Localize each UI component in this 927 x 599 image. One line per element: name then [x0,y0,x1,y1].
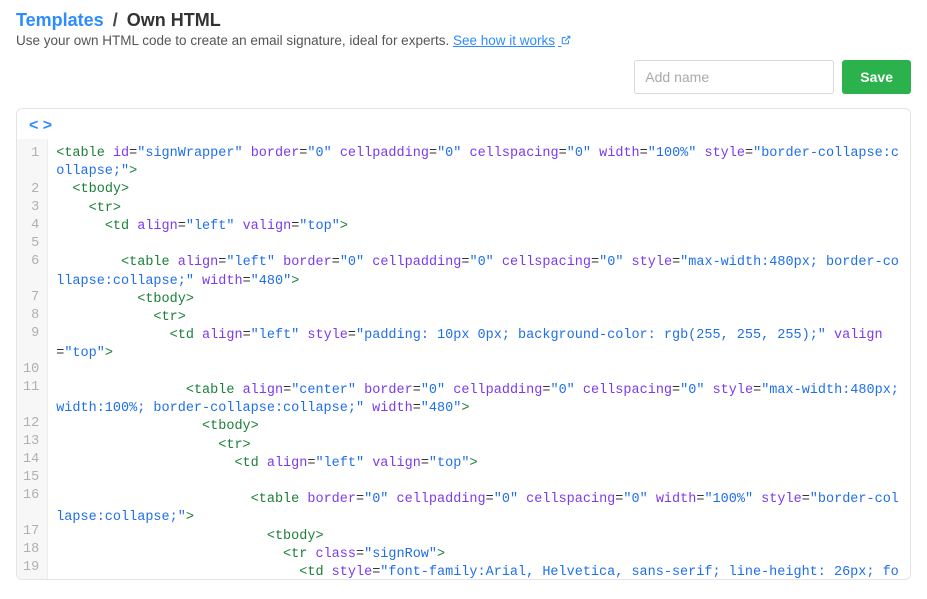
code-area[interactable]: <table id="signWrapper" border="0" cellp… [48,139,910,579]
code-line[interactable]: <tr> [56,437,902,455]
code-line[interactable]: <td align="left" valign="top"> [56,455,902,473]
breadcrumb-root-link[interactable]: Templates [16,10,104,30]
code-line[interactable]: <tr class="signRow"> [56,546,902,564]
breadcrumb-separator: / [113,10,118,30]
code-line[interactable]: <table align="center" border="0" cellpad… [56,382,902,418]
code-line[interactable]: <tr> [56,309,902,327]
breadcrumb: Templates / Own HTML [16,10,911,31]
template-name-input[interactable] [634,60,834,94]
editor-body[interactable]: 1 23456 789 1011 1213141516 171819 <tabl… [17,139,910,579]
code-line[interactable]: <tr> [56,200,902,218]
breadcrumb-current: Own HTML [127,10,221,30]
html-editor: < > 1 23456 789 1011 1213141516 171819 <… [16,108,911,580]
code-view-toggle[interactable]: < > [29,117,52,135]
code-line[interactable]: <tbody> [56,181,902,199]
code-line[interactable]: <table border="0" cellpadding="0" cellsp… [56,491,902,527]
code-line[interactable]: <tbody> [56,418,902,436]
line-gutter: 1 23456 789 1011 1213141516 171819 [17,139,48,579]
code-line[interactable]: <td style="font-family:Arial, Helvetica,… [56,564,902,579]
how-it-works-link[interactable]: See how it works [453,33,571,48]
code-line[interactable]: <tbody> [56,291,902,309]
save-button[interactable]: Save [842,60,911,94]
code-line[interactable] [56,473,902,491]
code-line[interactable] [56,236,902,254]
editor-header: < > [17,109,910,139]
code-line[interactable]: <td align="left" valign="top"> [56,218,902,236]
toolbar: Save [16,60,911,94]
code-line[interactable]: <tbody> [56,528,902,546]
code-line[interactable]: <table align="left" border="0" cellpaddi… [56,254,902,290]
code-line[interactable] [56,364,902,382]
subtitle-text: Use your own HTML code to create an emai… [16,33,453,48]
external-link-icon [558,34,571,48]
code-line[interactable]: <table id="signWrapper" border="0" cellp… [56,145,902,181]
code-line[interactable]: <td align="left" style="padding: 10px 0p… [56,327,902,363]
page-subtitle: Use your own HTML code to create an emai… [16,33,911,48]
